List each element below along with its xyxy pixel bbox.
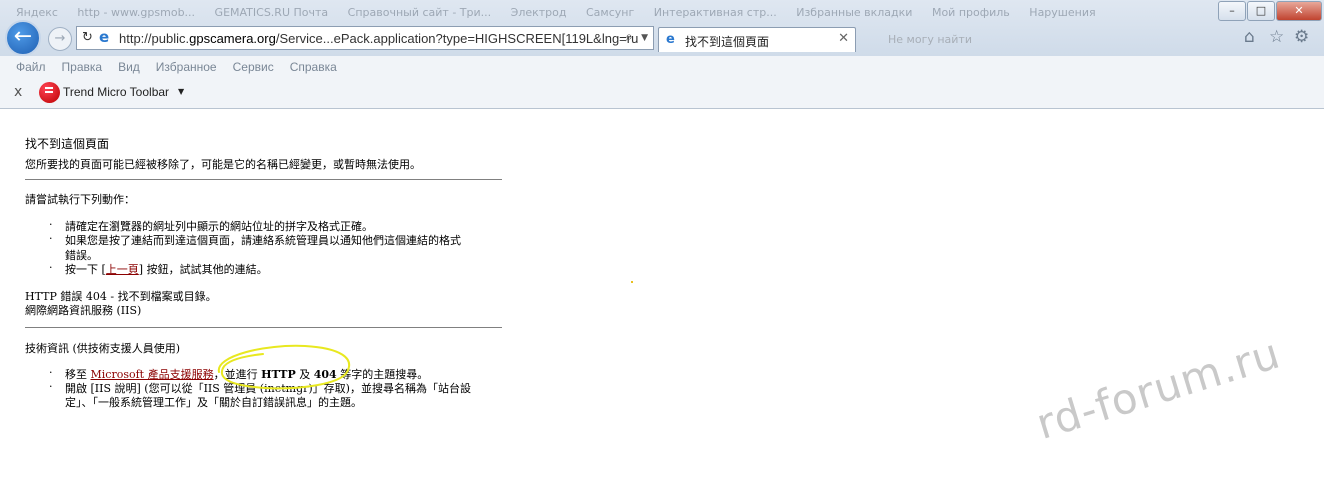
bullet: · (49, 380, 53, 393)
iis-text: 網際網路資訊服務 (IIS) (25, 304, 142, 317)
close-toolbar-button[interactable]: x (14, 84, 22, 100)
favorite-item[interactable]: Нарушения (1029, 0, 1095, 19)
star-icon[interactable]: ☆ (1269, 27, 1284, 47)
address-url[interactable]: http://public.gpscamera.org/Service...eP… (119, 31, 638, 46)
page-title: 找不到這個頁面 (25, 137, 110, 151)
address-bar[interactable]: ↻ e http://public.gpscamera.org/Service.… (76, 26, 654, 50)
trend-micro-toolbar: x Trend Micro Toolbar ▼ (0, 78, 1324, 109)
menu-item-file[interactable]: Файл (16, 60, 46, 74)
tab-new-ghost[interactable]: Не могу найти (858, 28, 978, 50)
trend-micro-logo-icon (39, 82, 60, 103)
home-icon[interactable]: ⌂ (1244, 27, 1255, 47)
tab-active[interactable]: e 找不到這個頁面 ✕ (658, 27, 856, 52)
favorite-item[interactable]: Электрод (511, 0, 567, 19)
favorite-item[interactable]: Мой профиль (932, 0, 1010, 19)
try-heading: 請嘗試執行下列動作： (25, 193, 135, 206)
close-tab-icon[interactable]: ✕ (838, 31, 849, 46)
tab-title: 找不到這個頁面 (685, 35, 770, 49)
chevron-down-icon[interactable]: ▼ (641, 33, 648, 43)
search-icon[interactable]: ⌕ (625, 29, 633, 45)
favorite-item[interactable]: http - www.gpsmob... (77, 0, 195, 19)
favorites-bar: Яндекс http - www.gpsmob... GEMATICS.RU … (0, 0, 1324, 24)
refresh-icon[interactable]: ↻ (82, 30, 93, 45)
toolbar-name[interactable]: Trend Micro Toolbar (63, 85, 169, 99)
favorite-item[interactable]: Справочный сайт - Три... (348, 0, 491, 19)
tech-heading: 技術資訊 (供技術支援人員使用) (25, 342, 181, 355)
menu-item-favorites[interactable]: Избранное (156, 60, 217, 74)
list-item: 如果您是按了連結而到達這個頁面，請連絡系統管理員以通知他們這個連結的格式 (65, 234, 461, 247)
favorite-item[interactable]: Интерактивная стр... (654, 0, 777, 19)
menu-item-edit[interactable]: Правка (62, 60, 103, 74)
favorite-item[interactable]: GEMATICS.RU Почта (215, 0, 329, 19)
back-link[interactable]: 上一頁 (106, 263, 139, 276)
ie-logo-icon: e (666, 32, 675, 47)
close-window-button[interactable]: ✕ (1276, 1, 1322, 21)
annotation-stroke (217, 344, 350, 390)
chevron-down-icon[interactable]: ▼ (178, 87, 184, 96)
maximize-button[interactable]: □ (1247, 1, 1275, 21)
forward-arrow-icon: → (54, 31, 66, 46)
ie-logo-icon: e (99, 28, 110, 46)
favorite-item[interactable]: Самсунг (586, 0, 634, 19)
gear-icon[interactable]: ⚙ (1294, 27, 1309, 47)
yellow-dot (631, 281, 633, 283)
page-subtitle: 您所要找的頁面可能已經被移除了，可能是它的名稱已經變更，或暫時無法使用。 (25, 158, 421, 171)
menu-item-tools[interactable]: Сервис (233, 60, 274, 74)
forward-button[interactable]: → (48, 27, 72, 51)
favorite-item[interactable]: Избранные вкладки (796, 0, 912, 19)
bullet: · (49, 261, 53, 274)
divider (25, 179, 502, 180)
watermark: rd-forum.ru (1030, 328, 1286, 449)
menu-item-help[interactable]: Справка (290, 60, 337, 74)
menu-item-view[interactable]: Вид (118, 60, 140, 74)
divider (25, 327, 502, 328)
back-arrow-icon: ← (13, 24, 33, 49)
bullet: · (49, 232, 53, 245)
annotation-circle (217, 344, 350, 390)
list-item: 按一下 [上一頁] 按鈕，試試其他的連結。 (65, 263, 268, 276)
browser-chrome: Яндекс http - www.gpsmob... GEMATICS.RU … (0, 0, 1324, 56)
bullet: · (49, 366, 53, 379)
minimize-button[interactable]: – (1218, 1, 1246, 21)
favorite-item[interactable]: Яндекс (16, 0, 58, 19)
back-button[interactable]: ← (5, 20, 41, 56)
bullet: · (49, 218, 53, 231)
menu-bar: Файл Правка Вид Избранное Сервис Справка (0, 56, 1324, 78)
